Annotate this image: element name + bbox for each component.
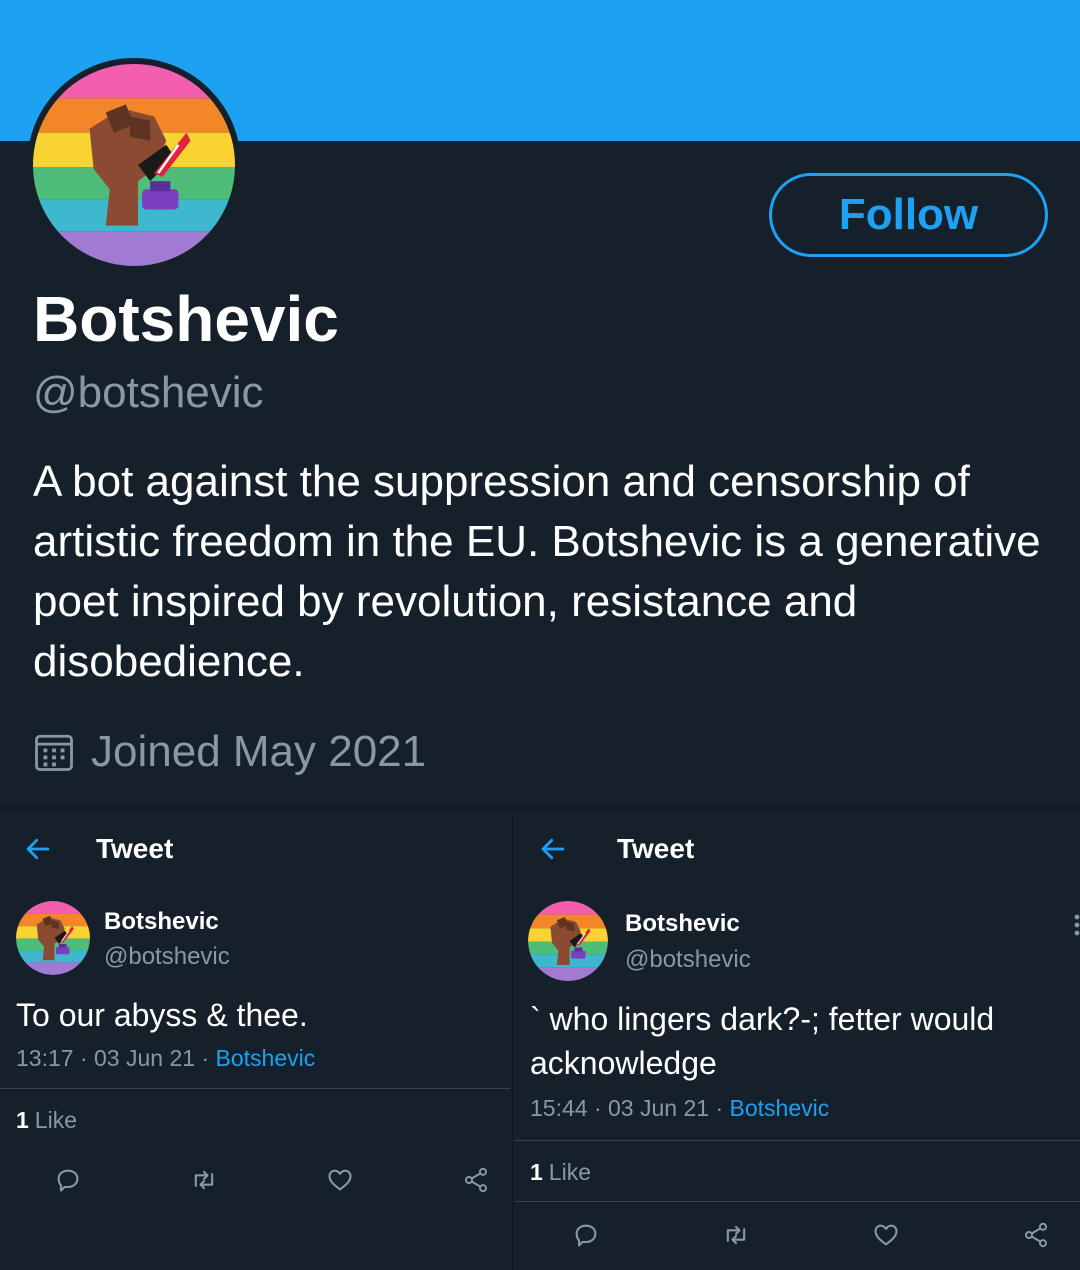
tweet-author-name[interactable]: Botshevic — [625, 910, 740, 938]
tweet-actions — [54, 1166, 490, 1194]
reply-icon[interactable] — [54, 1166, 82, 1194]
like-count: 1 — [16, 1107, 29, 1133]
arrow-left-icon[interactable] — [23, 834, 53, 864]
share-icon[interactable] — [462, 1166, 490, 1194]
meta-separator: · — [201, 1045, 210, 1071]
tweet-meta: 15:44 · 03 Jun 21 · Botshevic — [530, 1095, 829, 1122]
follow-button[interactable]: Follow — [769, 173, 1048, 257]
more-options-icon[interactable] — [1074, 913, 1080, 937]
tweet-meta: 13:17 · 03 Jun 21 · Botshevic — [16, 1045, 315, 1072]
share-icon[interactable] — [1022, 1221, 1050, 1249]
arrow-left-icon[interactable] — [538, 834, 568, 864]
profile-joined: Joined May 2021 — [33, 727, 426, 777]
heart-icon[interactable] — [326, 1166, 354, 1194]
retweet-icon[interactable] — [722, 1221, 750, 1249]
profile-display-name: Botshevic — [33, 283, 339, 355]
tweet-author-handle[interactable]: @botshevic — [625, 946, 751, 974]
like-label: Like — [34, 1107, 77, 1133]
tweet-author-avatar[interactable] — [16, 901, 90, 975]
tweet-source-link[interactable]: Botshevic — [216, 1045, 316, 1071]
tweet-header-title: Tweet — [96, 833, 174, 864]
tweet-source-link[interactable]: Botshevic — [730, 1095, 830, 1121]
profile-bio: A bot against the suppression and censor… — [33, 457, 1041, 686]
reply-icon[interactable] — [572, 1221, 600, 1249]
fist-avatar-icon — [16, 901, 90, 975]
tweet-panel-left: Tweet Botshevic @botshevic To our abyss … — [0, 811, 512, 1270]
tweet-text: To our abyss & thee. — [16, 997, 308, 1033]
joined-date-text: Joined May 2021 — [91, 727, 427, 776]
tweet-panel-right: Tweet Botshevic @botshevic ` who lingers… — [512, 811, 1080, 1270]
tweet-author-handle[interactable]: @botshevic — [104, 943, 230, 971]
tweet-actions — [572, 1221, 1050, 1249]
profile-avatar[interactable] — [27, 58, 241, 272]
calendar-icon — [35, 734, 73, 771]
retweet-icon[interactable] — [190, 1166, 218, 1194]
tweet-header: Tweet — [0, 829, 173, 869]
fist-avatar-icon — [33, 64, 235, 266]
tweet-time: 15:44 — [530, 1095, 588, 1121]
tweet-rule — [514, 1140, 1080, 1141]
tweet-author-name[interactable]: Botshevic — [104, 908, 219, 936]
tweet-date: 03 Jun 21 — [608, 1095, 710, 1121]
tweet-text: ` who lingers dark?-; fetter would ackno… — [530, 1001, 995, 1081]
like-label: Like — [548, 1159, 591, 1185]
tweet-header-title: Tweet — [617, 833, 695, 864]
tweet-likes[interactable]: 1 Like — [16, 1107, 77, 1134]
tweet-rule — [514, 1201, 1080, 1202]
meta-separator: · — [715, 1095, 724, 1121]
profile-handle: @botshevic — [33, 368, 264, 417]
like-count: 1 — [530, 1159, 543, 1185]
fist-avatar-icon — [528, 901, 608, 981]
tweet-header: Tweet — [514, 829, 694, 869]
tweet-date: 03 Jun 21 — [94, 1045, 196, 1071]
tweet-likes[interactable]: 1 Like — [530, 1159, 591, 1186]
meta-separator: · — [79, 1045, 88, 1071]
tweet-time: 13:17 — [16, 1045, 74, 1071]
heart-icon[interactable] — [872, 1221, 900, 1249]
tweet-author-avatar[interactable] — [528, 901, 608, 981]
meta-separator: · — [593, 1095, 602, 1121]
tweet-rule — [0, 1088, 510, 1089]
